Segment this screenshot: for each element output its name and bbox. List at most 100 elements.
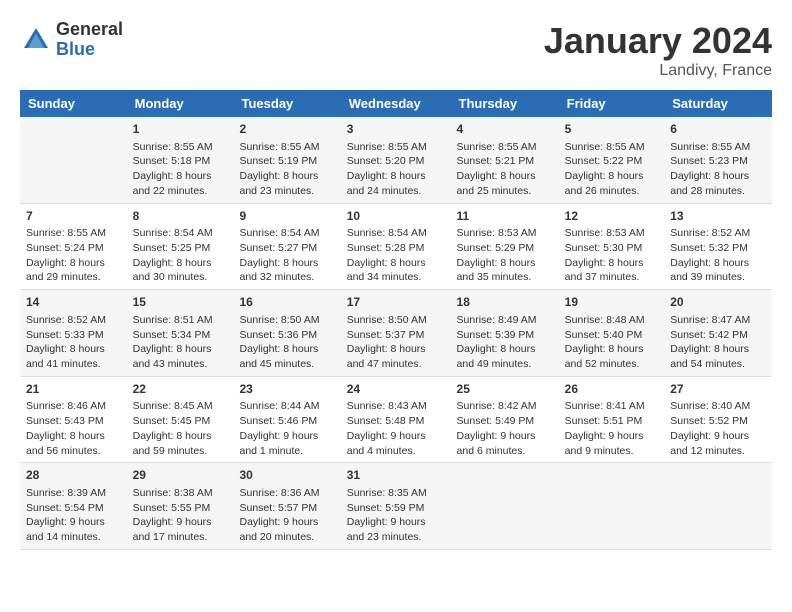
page-header: General Blue January 2024 Landivy, Franc… bbox=[20, 20, 772, 80]
day-number: 17 bbox=[347, 294, 445, 311]
daylight-text: Daylight: 8 hours and 23 minutes. bbox=[240, 170, 319, 197]
sunset-text: Sunset: 5:37 PM bbox=[347, 329, 425, 341]
day-number: 11 bbox=[457, 208, 553, 225]
day-cell bbox=[451, 463, 559, 550]
sunrise-text: Sunrise: 8:43 AM bbox=[347, 400, 427, 412]
sunset-text: Sunset: 5:45 PM bbox=[133, 415, 211, 427]
header-friday: Friday bbox=[559, 90, 665, 117]
day-number: 14 bbox=[26, 294, 121, 311]
day-cell bbox=[664, 463, 772, 550]
sunset-text: Sunset: 5:39 PM bbox=[457, 329, 535, 341]
sunrise-text: Sunrise: 8:54 AM bbox=[133, 227, 213, 239]
day-cell: 15Sunrise: 8:51 AMSunset: 5:34 PMDayligh… bbox=[127, 290, 234, 377]
day-cell: 21Sunrise: 8:46 AMSunset: 5:43 PMDayligh… bbox=[20, 376, 127, 463]
day-number: 10 bbox=[347, 208, 445, 225]
daylight-text: Daylight: 8 hours and 56 minutes. bbox=[26, 430, 105, 457]
day-cell: 14Sunrise: 8:52 AMSunset: 5:33 PMDayligh… bbox=[20, 290, 127, 377]
day-number: 1 bbox=[133, 121, 228, 138]
page-subtitle: Landivy, France bbox=[544, 62, 772, 80]
day-cell: 23Sunrise: 8:44 AMSunset: 5:46 PMDayligh… bbox=[234, 376, 341, 463]
day-number: 7 bbox=[26, 208, 121, 225]
daylight-text: Daylight: 8 hours and 52 minutes. bbox=[565, 343, 644, 370]
header-saturday: Saturday bbox=[664, 90, 772, 117]
sunrise-text: Sunrise: 8:50 AM bbox=[347, 314, 427, 326]
day-number: 20 bbox=[670, 294, 766, 311]
week-row-2: 14 Sunrise: 8:52 AM Sunset: 5:33 PM Dayligh… bbox=[20, 290, 772, 377]
sunrise-text: Sunrise: 8:41 AM bbox=[565, 400, 645, 412]
sunrise-text: Sunrise: 8:51 AM bbox=[133, 314, 213, 326]
daylight-text: Daylight: 8 hours and 32 minutes. bbox=[240, 257, 319, 284]
sunrise-text: Sunrise: 8:54 AM bbox=[347, 227, 427, 239]
sunrise-text: Sunrise: 8:35 AM bbox=[347, 487, 427, 499]
sunset-text: Sunset: 5:49 PM bbox=[457, 415, 535, 427]
logo-blue-text: Blue bbox=[56, 40, 123, 60]
sunset-text: Sunset: 5:21 PM bbox=[457, 155, 535, 167]
day-cell: 16Sunrise: 8:50 AMSunset: 5:36 PMDayligh… bbox=[234, 290, 341, 377]
sunrise-text: Sunrise: 8:53 AM bbox=[457, 227, 537, 239]
sunrise-text: Sunrise: 8:50 AM bbox=[240, 314, 320, 326]
daylight-text: Daylight: 8 hours and 22 minutes. bbox=[133, 170, 212, 197]
day-cell: 27Sunrise: 8:40 AMSunset: 5:52 PMDayligh… bbox=[664, 376, 772, 463]
daylight-text: Daylight: 8 hours and 47 minutes. bbox=[347, 343, 426, 370]
daylight-text: Daylight: 9 hours and 23 minutes. bbox=[347, 516, 426, 543]
logo-text: General Blue bbox=[56, 20, 123, 60]
sunset-text: Sunset: 5:57 PM bbox=[240, 502, 318, 514]
daylight-text: Daylight: 8 hours and 43 minutes. bbox=[133, 343, 212, 370]
day-cell: 12Sunrise: 8:53 AMSunset: 5:30 PMDayligh… bbox=[559, 203, 665, 290]
daylight-text: Daylight: 8 hours and 34 minutes. bbox=[347, 257, 426, 284]
week-row-4: 28Sunrise: 8:39 AMSunset: 5:54 PMDayligh… bbox=[20, 463, 772, 550]
daylight-text: Daylight: 8 hours and 24 minutes. bbox=[347, 170, 426, 197]
sunset-text: Sunset: 5:24 PM bbox=[26, 242, 104, 254]
day-number: 29 bbox=[133, 467, 228, 484]
sunset-text: Sunset: 5:19 PM bbox=[240, 155, 318, 167]
day-cell: 8Sunrise: 8:54 AMSunset: 5:25 PMDaylight… bbox=[127, 203, 234, 290]
day-number: 13 bbox=[670, 208, 766, 225]
daylight-text: Daylight: 8 hours and 30 minutes. bbox=[133, 257, 212, 284]
sunrise-text: Sunrise: 8:47 AM bbox=[670, 314, 750, 326]
sunset-text: Sunset: 5:20 PM bbox=[347, 155, 425, 167]
sunrise-text: Sunrise: 8:48 AM bbox=[565, 314, 645, 326]
daylight-text: Daylight: 8 hours and 49 minutes. bbox=[457, 343, 536, 370]
daylight-text: Daylight: 8 hours and 29 minutes. bbox=[26, 257, 105, 284]
daylight-text: Daylight: 8 hours and 45 minutes. bbox=[240, 343, 319, 370]
day-number: 26 bbox=[565, 381, 659, 398]
sunrise-text: Sunrise: 8:54 AM bbox=[240, 227, 320, 239]
day-number: 5 bbox=[565, 121, 659, 138]
day-number: 28 bbox=[26, 467, 121, 484]
day-number: 9 bbox=[240, 208, 335, 225]
daylight-text: Daylight: 8 hours and 39 minutes. bbox=[670, 257, 749, 284]
daylight-text: Daylight: 8 hours and 37 minutes. bbox=[565, 257, 644, 284]
daylight-text: Daylight: 9 hours and 12 minutes. bbox=[670, 430, 749, 457]
sunset-text: Sunset: 5:54 PM bbox=[26, 502, 104, 514]
day-number: 27 bbox=[670, 381, 766, 398]
day-cell: 24Sunrise: 8:43 AMSunset: 5:48 PMDayligh… bbox=[341, 376, 451, 463]
header-wednesday: Wednesday bbox=[341, 90, 451, 117]
sunrise-text: Sunrise: 8:49 AM bbox=[457, 314, 537, 326]
sunset-text: Sunset: 5:48 PM bbox=[347, 415, 425, 427]
day-cell: 11Sunrise: 8:53 AMSunset: 5:29 PMDayligh… bbox=[451, 203, 559, 290]
page-title: January 2024 bbox=[544, 20, 772, 62]
day-number: 12 bbox=[565, 208, 659, 225]
day-cell: 3Sunrise: 8:55 AMSunset: 5:20 PMDaylight… bbox=[341, 117, 451, 203]
day-cell: 10 Sunrise: 8:54 AM Sunset: 5:28 PM Dayligh… bbox=[341, 203, 451, 290]
sunrise-text: Sunrise: 8:52 AM bbox=[26, 314, 106, 326]
daylight-text: Daylight: 8 hours and 26 minutes. bbox=[565, 170, 644, 197]
sunset-text: Sunset: 5:51 PM bbox=[565, 415, 643, 427]
day-number: 22 bbox=[133, 381, 228, 398]
day-cell: 31Sunrise: 8:35 AMSunset: 5:59 PMDayligh… bbox=[341, 463, 451, 550]
sunset-text: Sunset: 5:33 PM bbox=[26, 329, 104, 341]
day-number: 15 bbox=[133, 294, 228, 311]
sunrise-text: Sunrise: 8:44 AM bbox=[240, 400, 320, 412]
day-cell: 1Sunrise: 8:55 AMSunset: 5:18 PMDaylight… bbox=[127, 117, 234, 203]
sunset-text: Sunset: 5:55 PM bbox=[133, 502, 211, 514]
sunset-text: Sunset: 5:43 PM bbox=[26, 415, 104, 427]
daylight-text: Daylight: 9 hours and 20 minutes. bbox=[240, 516, 319, 543]
day-cell: 20Sunrise: 8:47 AMSunset: 5:42 PMDayligh… bbox=[664, 290, 772, 377]
header-tuesday: Tuesday bbox=[234, 90, 341, 117]
sunrise-text: Sunrise: 8:55 AM bbox=[133, 141, 213, 153]
sunset-text: Sunset: 5:28 PM bbox=[347, 242, 425, 254]
sunset-text: Sunset: 5:29 PM bbox=[457, 242, 535, 254]
day-cell: 17 Sunrise: 8:50 AM Sunset: 5:37 PM Dayligh… bbox=[341, 290, 451, 377]
daylight-text: Daylight: 8 hours and 54 minutes. bbox=[670, 343, 749, 370]
sunrise-text: Sunrise: 8:40 AM bbox=[670, 400, 750, 412]
